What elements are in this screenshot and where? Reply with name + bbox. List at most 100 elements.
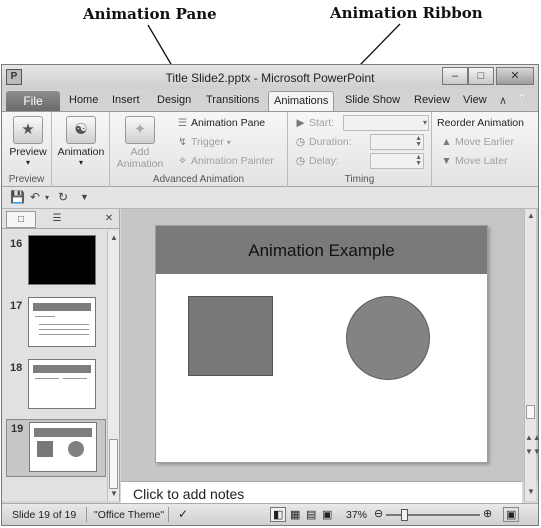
thumb-line bbox=[63, 378, 87, 379]
theme-name[interactable]: "Office Theme" bbox=[94, 509, 164, 521]
slide-preview bbox=[28, 297, 96, 347]
arrow-down-icon: ▼ bbox=[441, 155, 452, 167]
tab-view[interactable]: View bbox=[463, 94, 487, 106]
slide-thumbnail-17[interactable]: 17 bbox=[6, 297, 106, 353]
zoom-slider-handle[interactable] bbox=[401, 509, 408, 521]
zoom-in-icon[interactable]: ⊕ bbox=[483, 507, 492, 520]
zoom-level[interactable]: 37% bbox=[346, 509, 367, 521]
tab-home[interactable]: Home bbox=[69, 94, 98, 106]
ribbon-tabs: File Home Insert Design Transitions Anim… bbox=[2, 89, 538, 111]
scroll-up-icon[interactable]: ▲ bbox=[108, 233, 120, 242]
slide-preview bbox=[29, 422, 97, 472]
square-shape[interactable] bbox=[188, 296, 273, 376]
outline-tab-icon[interactable]: ☰ bbox=[42, 211, 72, 228]
slides-panel: □ ☰ ✕ 16 17 18 19 ▲ ▼ bbox=[2, 209, 120, 501]
maximize-icon: □ bbox=[477, 70, 485, 82]
save-icon[interactable]: 💾 bbox=[10, 190, 25, 204]
previous-slide-icon[interactable]: ▲▲ bbox=[525, 433, 541, 442]
redo-icon[interactable]: ↻ bbox=[58, 190, 68, 204]
slide-sorter-icon[interactable]: ▦ bbox=[290, 508, 300, 521]
thumb-line bbox=[35, 378, 59, 379]
painter-icon: ✧ bbox=[178, 155, 187, 167]
reorder-animation-title: Reorder Animation bbox=[437, 117, 524, 129]
animation-painter-label: Animation Painter bbox=[191, 155, 274, 167]
slide-editing-area: Animation Example ▲ ▲▲ ▼▼ ▼ bbox=[121, 209, 541, 501]
scroll-down-icon[interactable]: ▼ bbox=[525, 487, 537, 496]
slide-canvas[interactable]: Animation Example bbox=[155, 225, 488, 463]
scrollbar-thumb[interactable] bbox=[526, 405, 535, 419]
fit-to-window-icon[interactable]: ▣ bbox=[503, 507, 520, 522]
slide-thumbnail-16[interactable]: 16 bbox=[6, 235, 106, 291]
slide-thumbnail-18[interactable]: 18 bbox=[6, 359, 106, 415]
scroll-up-icon[interactable]: ▲ bbox=[525, 211, 537, 220]
reorder-animation-group: Reorder Animation ▲ Move Earlier ▼ Move La… bbox=[432, 112, 538, 187]
close-panel-icon[interactable]: ✕ bbox=[102, 211, 116, 228]
tab-animations[interactable]: Animations bbox=[268, 91, 335, 111]
zoom-out-icon[interactable]: ⊖ bbox=[374, 507, 383, 520]
undo-dropdown-chevron-icon[interactable]: ▾ bbox=[45, 193, 49, 202]
preview-star-icon: ★ bbox=[13, 116, 43, 144]
slide-number: 18 bbox=[10, 362, 23, 374]
trigger-button[interactable]: ↯ Trigger ▾ bbox=[176, 136, 231, 148]
title-bar: P Title Slide2.pptx - Microsoft PowerPoi… bbox=[2, 65, 538, 89]
tab-design[interactable]: Design bbox=[157, 94, 191, 106]
scroll-down-icon[interactable]: ▼ bbox=[108, 489, 120, 498]
tab-file[interactable]: File bbox=[6, 91, 60, 111]
scrollbar-thumb[interactable] bbox=[109, 439, 118, 489]
thumb-line bbox=[35, 316, 55, 317]
powerpoint-window: P Title Slide2.pptx - Microsoft PowerPoi… bbox=[1, 64, 541, 526]
slide-title[interactable]: Animation Example bbox=[156, 226, 487, 274]
undo-icon[interactable]: ↶ bbox=[30, 190, 40, 204]
animation-group: ☯ Animation ▾ bbox=[52, 112, 110, 187]
next-slide-icon[interactable]: ▼▼ bbox=[525, 447, 541, 456]
tab-slide-show[interactable]: Slide Show bbox=[345, 94, 400, 106]
notes-pane[interactable]: Click to add notes bbox=[121, 481, 522, 503]
timing-group-label: Timing bbox=[344, 174, 375, 185]
start-label: Start: bbox=[309, 117, 335, 129]
start-label-row: ▶ Start: bbox=[294, 117, 334, 129]
animation-pane-button[interactable]: ☰ Animation Pane bbox=[176, 117, 265, 129]
start-dropdown[interactable]: ▾ bbox=[343, 115, 429, 131]
clock-icon: ◷ bbox=[295, 136, 306, 148]
status-bar: Slide 19 of 19 "Office Theme" ✓ ◧ ▦ ▤ ▣ … bbox=[2, 503, 538, 525]
thumb-header bbox=[33, 303, 91, 311]
minimize-button[interactable]: – bbox=[442, 67, 468, 85]
slide-number: 16 bbox=[10, 238, 23, 250]
normal-view-icon[interactable]: ◧ bbox=[270, 507, 287, 522]
play-icon: ▶ bbox=[296, 117, 305, 129]
animation-painter-button[interactable]: ✧ Animation Painter bbox=[176, 155, 274, 167]
duration-stepper[interactable]: ▲ ▼ bbox=[370, 134, 424, 150]
move-later-button[interactable]: ▼ Move Later bbox=[440, 155, 507, 167]
thumb-circle bbox=[68, 441, 84, 457]
reading-view-icon[interactable]: ▤ bbox=[306, 508, 316, 521]
advanced-animation-group: ✦ Add Animation ☰ Animation Pane ↯ Trigger… bbox=[110, 112, 288, 187]
animation-button-label: Animation bbox=[57, 146, 105, 158]
slide-show-icon[interactable]: ▣ bbox=[322, 508, 332, 521]
slides-panel-scrollbar[interactable]: ▲ ▼ bbox=[107, 231, 119, 501]
add-animation-star-icon: ✦ bbox=[125, 116, 155, 144]
tab-transitions[interactable]: Transitions bbox=[206, 94, 259, 106]
slide-scrollbar[interactable]: ▲ ▲▲ ▼▼ ▼ bbox=[524, 209, 541, 501]
slide-preview bbox=[28, 359, 96, 409]
animation-pane-label: Animation Pane bbox=[191, 117, 266, 129]
customize-toolbar-icon[interactable]: ▼ bbox=[80, 192, 89, 202]
tab-review[interactable]: Review bbox=[414, 94, 450, 106]
move-earlier-button[interactable]: ▲ Move Earlier bbox=[440, 136, 514, 148]
tab-insert[interactable]: Insert bbox=[112, 94, 140, 106]
help-icon[interactable]: ❔ bbox=[516, 94, 530, 107]
close-button[interactable]: ✕ bbox=[496, 67, 534, 85]
slide-thumbnail-19[interactable]: 19 bbox=[6, 419, 106, 477]
maximize-button[interactable]: □ bbox=[468, 67, 494, 85]
animation-styles-button[interactable]: ☯ Animation ▾ bbox=[56, 116, 106, 167]
slides-tab-icon[interactable]: □ bbox=[6, 211, 36, 228]
circle-shape[interactable] bbox=[346, 296, 430, 380]
timing-group: ▶ Start: ▾ ◷ Duration: ▲ ▼ ◷ Delay: ▲ ▼ Timin… bbox=[288, 112, 432, 187]
delay-stepper[interactable]: ▲ ▼ bbox=[370, 153, 424, 169]
minimize-ribbon-icon[interactable]: ∧ bbox=[499, 94, 507, 107]
spellcheck-icon[interactable]: ✓ bbox=[178, 507, 188, 521]
quick-access-toolbar: 💾 ↶ ▾ ↻ ▼ bbox=[2, 187, 538, 209]
status-divider bbox=[168, 507, 169, 522]
panel-tabs: □ ☰ ✕ bbox=[2, 209, 120, 229]
preview-button[interactable]: ★ Preview ▾ bbox=[8, 116, 48, 167]
add-animation-button[interactable]: ✦ Add Animation bbox=[114, 116, 166, 170]
